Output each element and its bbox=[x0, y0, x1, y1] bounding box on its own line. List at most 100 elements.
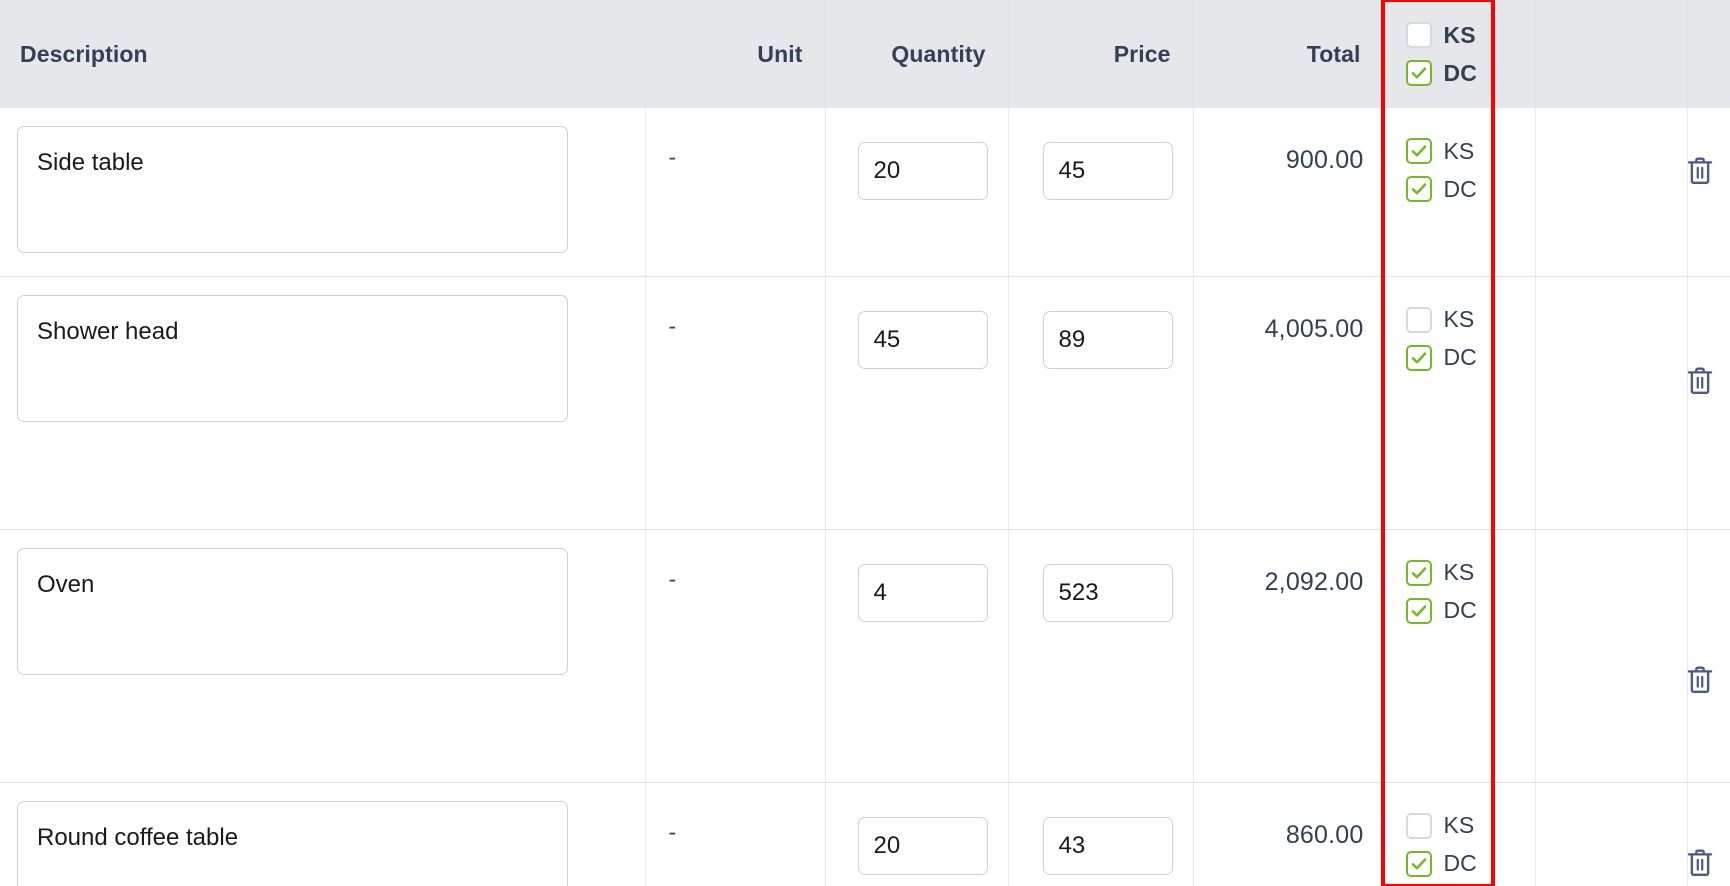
cell-quantity: 45 bbox=[825, 276, 1009, 530]
delete-row-button[interactable] bbox=[1678, 361, 1722, 405]
table-header: Description Unit Quantity Price Total KS bbox=[0, 0, 1730, 108]
flag-stack: KS DC bbox=[1384, 108, 1535, 202]
cell-price: 43 bbox=[1008, 782, 1194, 886]
cell-total: 900.00 bbox=[1193, 108, 1384, 277]
header-checkbox-ks[interactable]: KS bbox=[1405, 21, 1476, 48]
checkbox-checked-icon[interactable] bbox=[1405, 559, 1432, 586]
header-checkbox-dc[interactable]: DC bbox=[1405, 59, 1477, 86]
line-items-page: Description Unit Quantity Price Total KS bbox=[0, 0, 1730, 886]
header-checkbox-ks-label: KS bbox=[1443, 21, 1476, 48]
row-checkbox-dc-label: DC bbox=[1443, 175, 1477, 202]
price-input[interactable]: 45 bbox=[1042, 142, 1173, 200]
cell-description: Round coffee table bbox=[0, 782, 646, 886]
cell-quantity: 20 bbox=[825, 108, 1009, 277]
cell-unit: - bbox=[645, 782, 826, 886]
cell-total: 4,005.00 bbox=[1193, 276, 1384, 530]
cell-flags: KS DC bbox=[1383, 782, 1536, 886]
table-row: Oven - 4 523 2,092.00 KS DC bbox=[0, 529, 1730, 783]
quantity-input[interactable]: 4 bbox=[857, 563, 988, 622]
quantity-input[interactable]: 20 bbox=[857, 142, 988, 200]
table-header-row: Description Unit Quantity Price Total KS bbox=[0, 0, 1730, 108]
trash-icon bbox=[1685, 155, 1715, 190]
row-checkbox-dc-label: DC bbox=[1443, 850, 1477, 876]
table-body: Side table - 20 45 900.00 KS DC Shower h… bbox=[0, 108, 1730, 886]
quantity-input[interactable]: 20 bbox=[857, 816, 988, 875]
description-input[interactable]: Shower head bbox=[17, 294, 568, 422]
row-checkbox-dc[interactable]: DC bbox=[1405, 850, 1477, 877]
cell-flags: KS DC bbox=[1383, 276, 1536, 530]
cell-unit: - bbox=[645, 529, 826, 783]
cell-flags: KS DC bbox=[1383, 529, 1536, 783]
header-flag-wrap: KS DC bbox=[1384, 0, 1535, 108]
row-checkbox-dc[interactable]: DC bbox=[1405, 344, 1477, 371]
row-checkbox-ks[interactable]: KS bbox=[1405, 138, 1474, 164]
flag-stack: KS DC bbox=[1384, 277, 1535, 371]
cell-price: 45 bbox=[1008, 108, 1194, 277]
delete-row-button[interactable] bbox=[1678, 150, 1722, 194]
cell-unit: - bbox=[645, 108, 826, 277]
quantity-input[interactable]: 45 bbox=[857, 310, 988, 369]
cell-price: 89 bbox=[1008, 276, 1194, 530]
flag-stack: KS DC bbox=[1384, 783, 1535, 877]
checkbox-unchecked-icon[interactable] bbox=[1405, 306, 1432, 333]
description-input[interactable]: Round coffee table bbox=[17, 800, 568, 886]
delete-row-button[interactable] bbox=[1678, 843, 1722, 886]
column-header-quantity[interactable]: Quantity bbox=[825, 0, 1009, 108]
cell-actions bbox=[1687, 276, 1730, 530]
row-checkbox-dc[interactable]: DC bbox=[1405, 597, 1477, 624]
cell-total: 2,092.00 bbox=[1193, 529, 1384, 783]
cell-spacer bbox=[1535, 276, 1688, 530]
checkbox-checked-icon[interactable] bbox=[1405, 176, 1432, 202]
row-checkbox-ks[interactable]: KS bbox=[1405, 559, 1475, 586]
column-header-total[interactable]: Total bbox=[1193, 0, 1384, 108]
column-header-unit[interactable]: Unit bbox=[645, 0, 826, 108]
checkbox-checked-icon[interactable] bbox=[1405, 138, 1432, 164]
checkbox-unchecked-icon[interactable] bbox=[1405, 812, 1432, 839]
column-header-spacer bbox=[1535, 0, 1688, 108]
price-input[interactable]: 89 bbox=[1042, 310, 1173, 369]
flag-stack: KS DC bbox=[1384, 530, 1535, 624]
cell-description: Oven bbox=[0, 529, 646, 783]
cell-quantity: 20 bbox=[825, 782, 1009, 886]
checkbox-checked-icon[interactable] bbox=[1405, 60, 1432, 86]
cell-description: Side table bbox=[0, 108, 646, 277]
line-items-table: Description Unit Quantity Price Total KS bbox=[0, 0, 1730, 886]
cell-actions bbox=[1687, 108, 1730, 277]
column-header-flags: KS DC bbox=[1383, 0, 1536, 108]
description-input[interactable]: Oven bbox=[17, 547, 568, 675]
header-flag-stack: KS DC bbox=[1384, 22, 1535, 86]
checkbox-checked-icon[interactable] bbox=[1405, 850, 1432, 877]
price-input[interactable]: 43 bbox=[1042, 816, 1173, 875]
cell-quantity: 4 bbox=[825, 529, 1009, 783]
description-input[interactable]: Side table bbox=[17, 126, 568, 253]
row-checkbox-ks[interactable]: KS bbox=[1405, 812, 1474, 839]
header-checkbox-dc-label: DC bbox=[1443, 59, 1477, 86]
cell-spacer bbox=[1535, 529, 1688, 783]
column-header-actions bbox=[1687, 0, 1730, 108]
cell-total: 860.00 bbox=[1193, 782, 1384, 886]
table-row: Side table - 20 45 900.00 KS DC bbox=[0, 108, 1730, 277]
trash-icon bbox=[1685, 664, 1715, 699]
column-header-description[interactable]: Description bbox=[0, 0, 646, 108]
row-checkbox-dc-label: DC bbox=[1443, 597, 1477, 623]
cell-description: Shower head bbox=[0, 276, 646, 530]
cell-actions bbox=[1687, 529, 1730, 783]
checkbox-checked-icon[interactable] bbox=[1405, 597, 1432, 624]
cell-spacer bbox=[1535, 108, 1688, 277]
checkbox-unchecked-icon[interactable] bbox=[1405, 22, 1432, 48]
cell-spacer bbox=[1535, 782, 1688, 886]
column-header-price[interactable]: Price bbox=[1008, 0, 1194, 108]
checkbox-checked-icon[interactable] bbox=[1405, 344, 1432, 371]
trash-icon bbox=[1685, 847, 1715, 882]
price-input[interactable]: 523 bbox=[1042, 563, 1173, 622]
cell-price: 523 bbox=[1008, 529, 1194, 783]
row-checkbox-ks[interactable]: KS bbox=[1405, 306, 1475, 333]
row-checkbox-ks-label: KS bbox=[1443, 306, 1475, 332]
row-checkbox-dc[interactable]: DC bbox=[1405, 175, 1477, 202]
table-row: Shower head - 45 89 4,005.00 KS DC bbox=[0, 276, 1730, 530]
delete-row-button[interactable] bbox=[1678, 660, 1722, 704]
cell-actions bbox=[1687, 782, 1730, 886]
cell-unit: - bbox=[645, 276, 826, 530]
row-checkbox-ks-label: KS bbox=[1443, 559, 1475, 585]
trash-icon bbox=[1685, 365, 1715, 400]
